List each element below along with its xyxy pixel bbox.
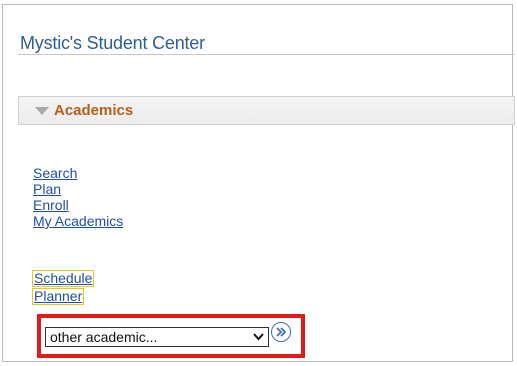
academics-links: Search Plan Enroll My Academics xyxy=(33,165,123,229)
title-divider xyxy=(18,54,515,55)
double-chevron-right-icon xyxy=(276,327,287,337)
select-value: other academic... xyxy=(50,329,158,345)
chevron-down-icon xyxy=(253,333,264,341)
enroll-link[interactable]: Enroll xyxy=(33,197,123,213)
search-link[interactable]: Search xyxy=(33,165,123,181)
academics-section-header[interactable]: Academics xyxy=(18,96,515,125)
my-academics-link[interactable]: My Academics xyxy=(33,213,123,229)
schedule-planner-link-group: Schedule Planner xyxy=(32,270,95,306)
go-button[interactable] xyxy=(271,322,291,342)
page-title: Mystic's Student Center xyxy=(20,33,205,53)
other-academic-select[interactable]: other academic... xyxy=(45,327,269,347)
plan-link[interactable]: Plan xyxy=(33,181,123,197)
section-title: Academics xyxy=(54,102,134,119)
schedule-planner-link-line1[interactable]: Schedule xyxy=(32,270,95,287)
schedule-planner-link-line2[interactable]: Planner xyxy=(32,288,85,305)
collapse-triangle-icon[interactable] xyxy=(35,107,49,115)
